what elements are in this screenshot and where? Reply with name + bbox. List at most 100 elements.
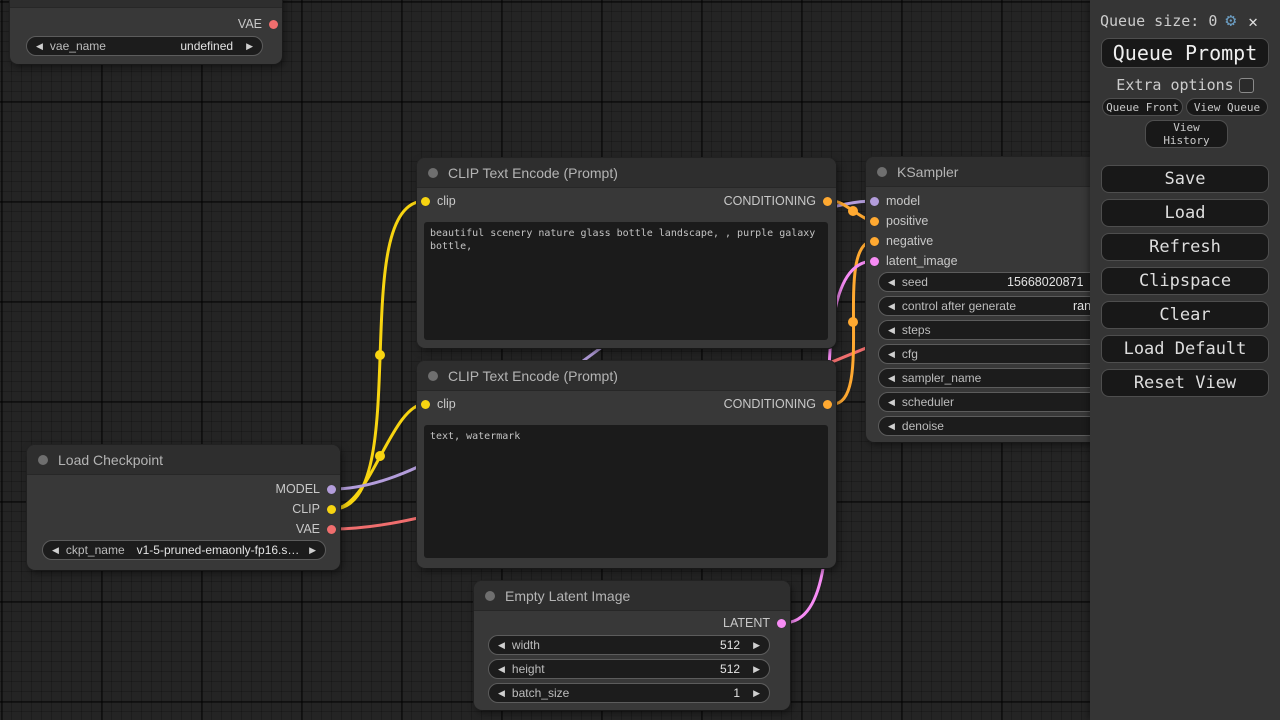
port-label: clip xyxy=(437,397,456,411)
port-label: VAE xyxy=(237,17,262,31)
input-port-clip[interactable]: clip xyxy=(421,192,456,210)
increment-icon[interactable]: ▶ xyxy=(246,41,253,51)
node-load-vae[interactable]: VAE ◀ vae_name undefined ▶ xyxy=(10,0,282,64)
output-port-clip[interactable]: CLIP xyxy=(292,500,336,518)
node-empty-latent-image[interactable]: Empty Latent Image LATENT ◀ width 512 ▶ … xyxy=(474,581,790,710)
widget-vae-name[interactable]: ◀ vae_name undefined ▶ xyxy=(26,36,263,56)
output-port-conditioning[interactable]: CONDITIONING xyxy=(724,192,832,210)
collapse-dot-icon[interactable] xyxy=(38,454,48,465)
widget-value: 1 xyxy=(733,686,741,700)
node-clip-text-encode-negative[interactable]: CLIP Text Encode (Prompt) clip CONDITION… xyxy=(417,361,836,568)
port-label: MODEL xyxy=(275,482,320,496)
decrement-icon[interactable]: ◀ xyxy=(888,325,895,335)
port-label: LATENT xyxy=(723,616,770,630)
increment-icon[interactable]: ▶ xyxy=(753,640,760,650)
port-label: CONDITIONING xyxy=(723,397,816,411)
collapse-dot-icon[interactable] xyxy=(877,166,887,177)
decrement-icon[interactable]: ◀ xyxy=(888,349,895,359)
output-port-model[interactable]: MODEL xyxy=(276,480,336,498)
decrement-icon[interactable]: ◀ xyxy=(498,688,505,698)
clip-port-icon[interactable] xyxy=(421,399,430,409)
widget-value: 512 xyxy=(720,662,741,676)
widget-value: 15668020871 xyxy=(1007,275,1084,289)
vae-port-icon[interactable] xyxy=(269,19,278,29)
extra-options-checkbox[interactable] xyxy=(1238,77,1254,93)
close-icon[interactable]: ✕ xyxy=(1248,12,1258,31)
increment-icon[interactable]: ▶ xyxy=(309,545,316,555)
prompt-textarea[interactable]: text, watermark xyxy=(424,425,828,558)
decrement-icon[interactable]: ◀ xyxy=(52,545,59,555)
increment-icon[interactable]: ▶ xyxy=(753,664,760,674)
node-graph-canvas[interactable]: VAE ◀ vae_name undefined ▶ CLIP Text Enc… xyxy=(0,0,1280,720)
input-port-negative[interactable]: negative xyxy=(870,232,933,250)
decrement-icon[interactable]: ◀ xyxy=(888,421,895,431)
view-history-button[interactable]: View History xyxy=(1145,120,1228,148)
load-button[interactable]: Load xyxy=(1101,199,1269,227)
refresh-button[interactable]: Refresh xyxy=(1101,233,1269,261)
widget-width[interactable]: ◀ width 512 ▶ xyxy=(488,635,770,655)
collapse-dot-icon[interactable] xyxy=(485,590,495,601)
clip-port-icon[interactable] xyxy=(421,196,430,206)
widget-label: width xyxy=(511,638,540,652)
output-port-latent[interactable]: LATENT xyxy=(723,614,786,632)
output-port-vae[interactable]: VAE xyxy=(296,520,336,538)
clear-button[interactable]: Clear xyxy=(1101,301,1269,329)
decrement-icon[interactable]: ◀ xyxy=(36,41,43,51)
node-title-bar[interactable]: Load Checkpoint xyxy=(27,445,340,475)
collapse-dot-icon[interactable] xyxy=(428,370,438,381)
conditioning-port-icon[interactable] xyxy=(870,216,879,226)
clipspace-button[interactable]: Clipspace xyxy=(1101,267,1269,295)
gear-icon[interactable]: ⚙ xyxy=(1225,12,1236,30)
decrement-icon[interactable]: ◀ xyxy=(888,373,895,383)
wire-midpoint-dot xyxy=(848,317,858,327)
queue-prompt-button[interactable]: Queue Prompt xyxy=(1101,38,1269,68)
widget-label: scheduler xyxy=(901,395,954,409)
node-clip-text-encode-positive[interactable]: CLIP Text Encode (Prompt) clip CONDITION… xyxy=(417,158,836,348)
decrement-icon[interactable]: ◀ xyxy=(498,640,505,650)
widget-label: denoise xyxy=(901,419,944,433)
widget-ckpt-name[interactable]: ◀ ckpt_name v1-5-pruned-emaonly-fp16.s… … xyxy=(42,540,326,560)
collapse-dot-icon[interactable] xyxy=(428,167,438,178)
decrement-icon[interactable]: ◀ xyxy=(888,397,895,407)
widget-batch-size[interactable]: ◀ batch_size 1 ▶ xyxy=(488,683,770,703)
view-queue-button[interactable]: View Queue xyxy=(1186,98,1268,116)
decrement-icon[interactable]: ◀ xyxy=(888,277,895,287)
load-default-button[interactable]: Load Default xyxy=(1101,335,1269,363)
conditioning-port-icon[interactable] xyxy=(823,196,832,206)
conditioning-port-icon[interactable] xyxy=(823,399,832,409)
port-label: negative xyxy=(886,234,934,248)
node-title-bar[interactable] xyxy=(10,0,282,8)
model-port-icon[interactable] xyxy=(870,196,879,206)
model-port-icon[interactable] xyxy=(327,484,336,494)
output-port-vae[interactable]: VAE xyxy=(238,15,278,33)
widget-height[interactable]: ◀ height 512 ▶ xyxy=(488,659,770,679)
widget-label: seed xyxy=(901,275,928,289)
input-port-model[interactable]: model xyxy=(870,192,920,210)
latent-port-icon[interactable] xyxy=(777,618,786,628)
node-title-bar[interactable]: CLIP Text Encode (Prompt) xyxy=(417,158,836,188)
extra-options-label: Extra options xyxy=(1116,76,1234,94)
widget-value: 512 xyxy=(720,638,741,652)
increment-icon[interactable]: ▶ xyxy=(753,688,760,698)
node-title-bar[interactable]: Empty Latent Image xyxy=(474,581,790,611)
queue-front-button[interactable]: Queue Front xyxy=(1102,98,1183,116)
node-load-checkpoint[interactable]: Load Checkpoint MODEL CLIP VAE ◀ ckpt_na… xyxy=(27,445,340,570)
decrement-icon[interactable]: ◀ xyxy=(498,664,505,674)
clip-port-icon[interactable] xyxy=(327,504,336,514)
conditioning-port-icon[interactable] xyxy=(870,236,879,246)
wire-clip-positive xyxy=(332,199,426,511)
node-title-bar[interactable]: CLIP Text Encode (Prompt) xyxy=(417,361,836,391)
output-port-conditioning[interactable]: CONDITIONING xyxy=(724,395,832,413)
vae-port-icon[interactable] xyxy=(327,524,336,534)
widget-label: batch_size xyxy=(511,686,570,700)
input-port-positive[interactable]: positive xyxy=(870,212,928,230)
latent-port-icon[interactable] xyxy=(870,256,879,266)
save-button[interactable]: Save xyxy=(1101,165,1269,193)
decrement-icon[interactable]: ◀ xyxy=(888,301,895,311)
prompt-textarea[interactable]: beautiful scenery nature glass bottle la… xyxy=(424,222,828,340)
node-title: KSampler xyxy=(897,163,959,180)
input-port-latent-image[interactable]: latent_image xyxy=(870,252,958,270)
wire-midpoint-dot xyxy=(375,451,385,461)
input-port-clip[interactable]: clip xyxy=(421,395,456,413)
reset-view-button[interactable]: Reset View xyxy=(1101,369,1269,397)
